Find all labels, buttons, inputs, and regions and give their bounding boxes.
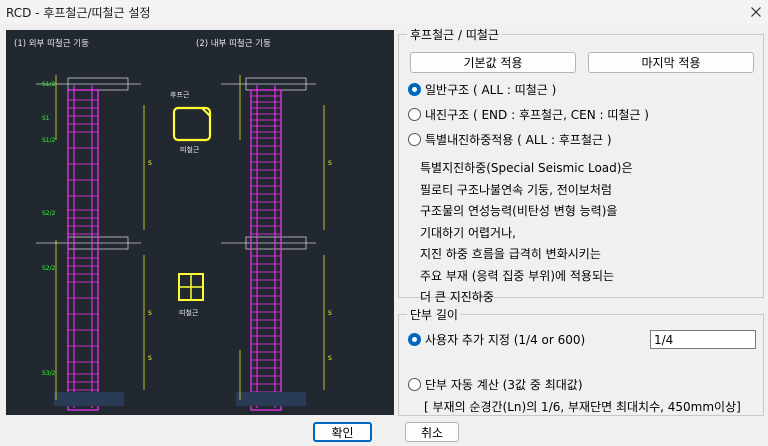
tie2-section-label: 띠철근 [179, 308, 199, 317]
close-icon [751, 7, 761, 17]
radio-special-seismic[interactable] [408, 133, 421, 146]
radio-user-defined[interactable] [408, 333, 421, 346]
option-special-seismic-label: 특별내진하중적용 ( ALL : 후프철근 ) [425, 133, 612, 147]
description-line: 기대하기 어렵거나, [420, 225, 516, 240]
option-seismic-structure[interactable]: 내진구조 ( END : 후프철근, CEN : 띠철근 ) [408, 106, 649, 123]
svg-text:S1/2: S1/2 [42, 81, 56, 88]
description-line: 주요 부재 (응력 집중 부위)에 적용되는 [420, 268, 615, 283]
radio-auto-calc[interactable] [408, 378, 421, 391]
option-auto-calc[interactable]: 단부 자동 계산 (3값 중 최대값) [408, 376, 583, 393]
description-line: 지진 하중 흐름을 급격히 변화시키는 [420, 247, 601, 261]
hoop-section: 후프근 띠철근 [170, 91, 212, 154]
option-auto-calc-label: 단부 자동 계산 (3값 중 최대값) [425, 378, 583, 392]
option-general-structure[interactable]: 일반구조 ( ALL : 띠철근 ) [408, 81, 556, 98]
svg-text:S: S [148, 355, 152, 362]
option-user-defined-label: 사용자 추가 지정 (1/4 or 600) [425, 333, 586, 347]
description-line: 구조물의 연성능력(비탄성 변형 능력)을 [420, 204, 618, 218]
hoop-tie-group-title: 후프철근 / 띠철근 [407, 26, 502, 43]
window-title: RCD - 후프철근/띠철근 설정 [6, 6, 151, 20]
option-user-defined[interactable]: 사용자 추가 지정 (1/4 or 600) [408, 331, 585, 348]
svg-text:S: S [148, 310, 152, 317]
svg-text:S3/2: S3/2 [42, 370, 56, 377]
radio-seismic-structure[interactable] [408, 108, 421, 121]
option-general-structure-label: 일반구조 ( ALL : 띠철근 ) [425, 83, 557, 97]
drawing-label-right: (2) 내부 띠철근 기둥 [196, 38, 271, 49]
drawing-label-left: (1) 외부 띠철근 기둥 [14, 38, 89, 49]
svg-text:S: S [328, 310, 332, 317]
hoop-section-label: 후프근 [170, 91, 190, 99]
svg-text:S2/2: S2/2 [42, 265, 56, 272]
svg-text:S: S [148, 160, 152, 167]
title-bar: RCD - 후프철근/띠철근 설정 [0, 0, 768, 24]
cancel-button[interactable]: 취소 [405, 422, 459, 442]
tie-section-label: 띠철근 [180, 145, 200, 154]
right-column-detail: S S S [221, 75, 332, 411]
tie-section: 띠철근 [178, 273, 204, 317]
apply-last-button[interactable]: 마지막 적용 [588, 52, 754, 73]
option-seismic-structure-label: 내진구조 ( END : 후프철근, CEN : 띠철근 ) [425, 108, 649, 122]
end-length-group-title: 단부 길이 [407, 306, 461, 323]
apply-default-button[interactable]: 기본값 적용 [410, 52, 576, 73]
ok-button[interactable]: 확인 [313, 422, 372, 442]
svg-text:S2/2: S2/2 [42, 210, 56, 217]
left-column-detail: S1/2 S1 S1/2 S2/2 S2/2 S3/2 S S S [36, 75, 152, 411]
close-button[interactable] [744, 0, 768, 24]
svg-text:S: S [328, 355, 332, 362]
svg-text:S1: S1 [42, 115, 50, 122]
description-line: 필로티 구조나불연속 기둥, 전이보처럼 [420, 182, 612, 197]
option-special-seismic[interactable]: 특별내진하중적용 ( ALL : 후프철근 ) [408, 131, 612, 148]
svg-text:S1/2: S1/2 [42, 137, 56, 144]
special-seismic-description: 특별지진하중(Special Seismic Load)은 필로티 구조나불연속… [420, 158, 633, 309]
cad-preview: (1) 외부 띠철근 기둥 (2) 내부 띠철근 기둥 S1/2 S1 S1/2… [6, 30, 394, 415]
description-line: 특별지진하중(Special Seismic Load)은 [420, 161, 633, 175]
end-length-input[interactable] [650, 330, 756, 349]
svg-text:S: S [328, 160, 332, 167]
auto-calc-note: [ 부재의 순경간(Ln)의 1/6, 부재단면 최대치수, 450mm이상] [424, 400, 741, 414]
radio-general-structure[interactable] [408, 83, 421, 96]
